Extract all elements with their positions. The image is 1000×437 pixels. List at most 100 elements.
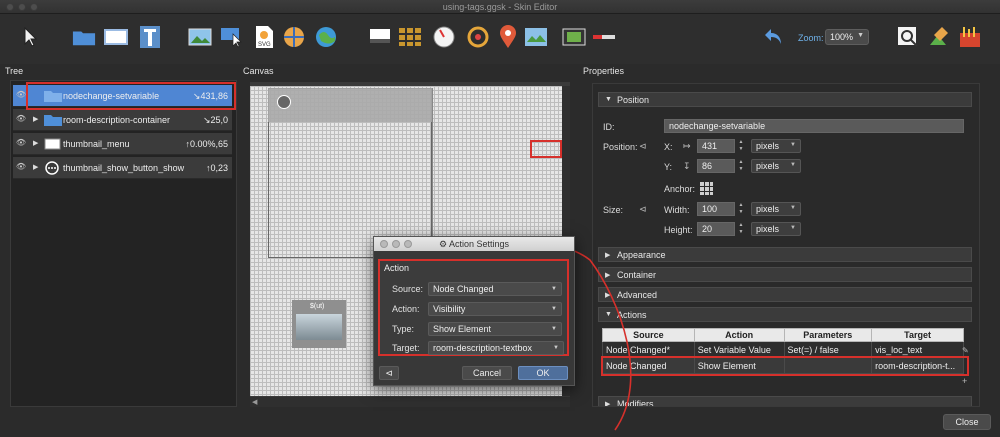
toolbox-tool-icon[interactable] xyxy=(958,25,982,49)
action-label: Action: xyxy=(392,304,420,314)
height-stepper[interactable]: ▲ ▼ xyxy=(737,222,745,236)
action-group: Action Source: Node Changed ▼ Action: Vis… xyxy=(378,259,569,356)
zoom-select[interactable]: 100% ▼ xyxy=(825,29,869,45)
width-units-select[interactable]: pixels ▼ xyxy=(751,202,801,216)
cloner-tool-icon[interactable] xyxy=(368,25,392,49)
expand-triangle-icon[interactable]: ▶ xyxy=(33,139,38,147)
id-field[interactable]: nodechange-setvariable xyxy=(664,119,964,133)
dialog-title: Action Settings xyxy=(449,239,510,249)
magnifier-tool-icon[interactable] xyxy=(896,25,920,49)
text-tool-icon[interactable] xyxy=(138,25,162,49)
action-select[interactable]: Visibility ▼ xyxy=(428,302,562,316)
visibility-eye-icon[interactable]: 👁 xyxy=(15,114,27,126)
action-value: Visibility xyxy=(433,304,466,314)
modifiers-section-title: Modifiers xyxy=(617,399,654,407)
scroll-left-icon[interactable]: ◀ xyxy=(252,398,257,406)
target-icon xyxy=(277,95,291,109)
column-header-action[interactable]: Action xyxy=(693,328,785,342)
position-section-header[interactable]: ▼ Position xyxy=(598,92,972,107)
hotspot-tool-icon[interactable] xyxy=(220,25,244,49)
rectangle-tool-icon[interactable] xyxy=(104,25,128,49)
link-icon[interactable]: ⊲ xyxy=(639,141,647,152)
column-header-parameters[interactable]: Parameters xyxy=(783,328,873,342)
dialog-minimize-dot[interactable] xyxy=(392,240,400,248)
tree-row-thumbnail-show-button-show[interactable]: 👁 ▶ thumbnail_show_button_show ↑0,23 xyxy=(13,157,232,179)
advanced-section-header[interactable]: ▶ Advanced xyxy=(598,287,972,302)
column-header-target[interactable]: Target xyxy=(871,328,964,342)
container-section-header[interactable]: ▶ Container xyxy=(598,267,972,282)
pointer-tool-icon[interactable] xyxy=(18,25,42,49)
y-stepper[interactable]: ▲ ▼ xyxy=(737,159,745,173)
appearance-section-header[interactable]: ▶ Appearance xyxy=(598,247,972,262)
canvas-horizontal-scrollbar[interactable]: ◀ xyxy=(250,397,570,407)
image-tool-icon[interactable] xyxy=(188,25,212,49)
expand-triangle-icon[interactable]: ▶ xyxy=(33,163,38,171)
map-tool-icon[interactable] xyxy=(524,25,548,49)
y-field[interactable]: 86 xyxy=(697,159,735,173)
x-label: X: xyxy=(664,142,673,152)
x-stepper[interactable]: ▲ ▼ xyxy=(737,139,745,153)
x-units-select[interactable]: pixels ▼ xyxy=(751,139,801,153)
visibility-eye-icon[interactable]: 👁 xyxy=(15,138,27,150)
position-section-title: Position xyxy=(617,95,650,105)
chevron-down-icon: ▼ xyxy=(551,306,557,312)
target-tool-icon[interactable] xyxy=(466,25,490,49)
pick-target-button[interactable]: ⊲ xyxy=(379,366,399,380)
actions-section-header[interactable]: ▼ Actions xyxy=(598,307,972,322)
anchor-grid-icon[interactable] xyxy=(699,181,713,195)
edit-action-icon[interactable]: ✎ xyxy=(962,346,969,355)
dialog-close-dot[interactable] xyxy=(380,240,388,248)
thumbnail-preview[interactable]: $(ut) xyxy=(292,300,346,348)
skin-header-element[interactable] xyxy=(268,88,432,122)
close-button[interactable]: Close xyxy=(943,414,991,430)
target-select[interactable]: room-description-textbox ▼ xyxy=(428,341,564,355)
compass-tool-icon[interactable] xyxy=(432,25,456,49)
grid-tool-icon[interactable] xyxy=(398,25,422,49)
thumbnail-label: $(ut) xyxy=(310,303,325,310)
canvas-panel-label: Canvas xyxy=(243,66,274,76)
collapse-triangle-icon: ▼ xyxy=(605,96,612,103)
dialog-zoom-dot[interactable] xyxy=(404,240,412,248)
add-action-icon[interactable]: + xyxy=(962,376,967,386)
type-select[interactable]: Show Element ▼ xyxy=(428,322,562,336)
scrollbar-tool-icon[interactable] xyxy=(592,25,616,49)
width-field[interactable]: 100 xyxy=(697,202,735,216)
height-units-select[interactable]: pixels ▼ xyxy=(751,222,801,236)
column-header-source[interactable]: Source xyxy=(602,328,695,342)
source-select[interactable]: Node Changed ▼ xyxy=(428,282,562,296)
video-tool-icon[interactable] xyxy=(562,25,586,49)
x-axis-icon: ↦ xyxy=(683,141,691,151)
svg-tool-icon[interactable]: SVG xyxy=(252,25,276,49)
pin-tool-icon[interactable] xyxy=(496,25,520,49)
folder-icon xyxy=(44,115,62,126)
properties-panel: ▼ Position ID: nodechange-setvariable Po… xyxy=(592,83,980,407)
y-axis-icon: ↧ xyxy=(683,161,691,171)
y-units-select[interactable]: pixels ▼ xyxy=(751,159,801,173)
globe-tool-icon[interactable] xyxy=(314,25,338,49)
action-settings-dialog: ⚙ Action Settings Action Source: Node Ch… xyxy=(373,236,575,386)
tree-row-room-description-container[interactable]: 👁 ▶ room-description-container ↘25,0 xyxy=(13,109,232,131)
ok-button[interactable]: OK xyxy=(518,366,568,380)
more-circle-icon xyxy=(45,161,59,175)
tree-row-thumbnail-menu[interactable]: 👁 ▶ thumbnail_menu ↑0.00%,65 xyxy=(13,133,232,155)
expand-triangle-icon: ▶ xyxy=(605,272,611,279)
folder-tool-icon[interactable] xyxy=(72,25,96,49)
width-stepper[interactable]: ▲ ▼ xyxy=(737,202,745,216)
visibility-eye-icon[interactable]: 👁 xyxy=(15,162,27,174)
cancel-button[interactable]: Cancel xyxy=(462,366,512,380)
modifiers-section-header[interactable]: ▶ Modifiers xyxy=(598,396,972,407)
paint-tool-icon[interactable] xyxy=(928,25,952,49)
zoom-label: Zoom: xyxy=(798,33,824,43)
type-value: Show Element xyxy=(433,324,492,334)
height-label: Height: xyxy=(664,225,693,235)
chevron-down-icon: ▼ xyxy=(551,326,557,332)
expand-triangle-icon[interactable]: ▶ xyxy=(33,115,38,123)
undo-tool-icon[interactable] xyxy=(762,25,786,49)
x-field[interactable]: 431 xyxy=(697,139,735,153)
type-label: Type: xyxy=(392,324,415,334)
polygon-tool-icon[interactable] xyxy=(282,25,306,49)
properties-panel-label: Properties xyxy=(583,66,625,76)
link-icon: ⊲ xyxy=(385,368,393,378)
height-field[interactable]: 20 xyxy=(697,222,735,236)
link-icon[interactable]: ⊲ xyxy=(639,204,647,215)
